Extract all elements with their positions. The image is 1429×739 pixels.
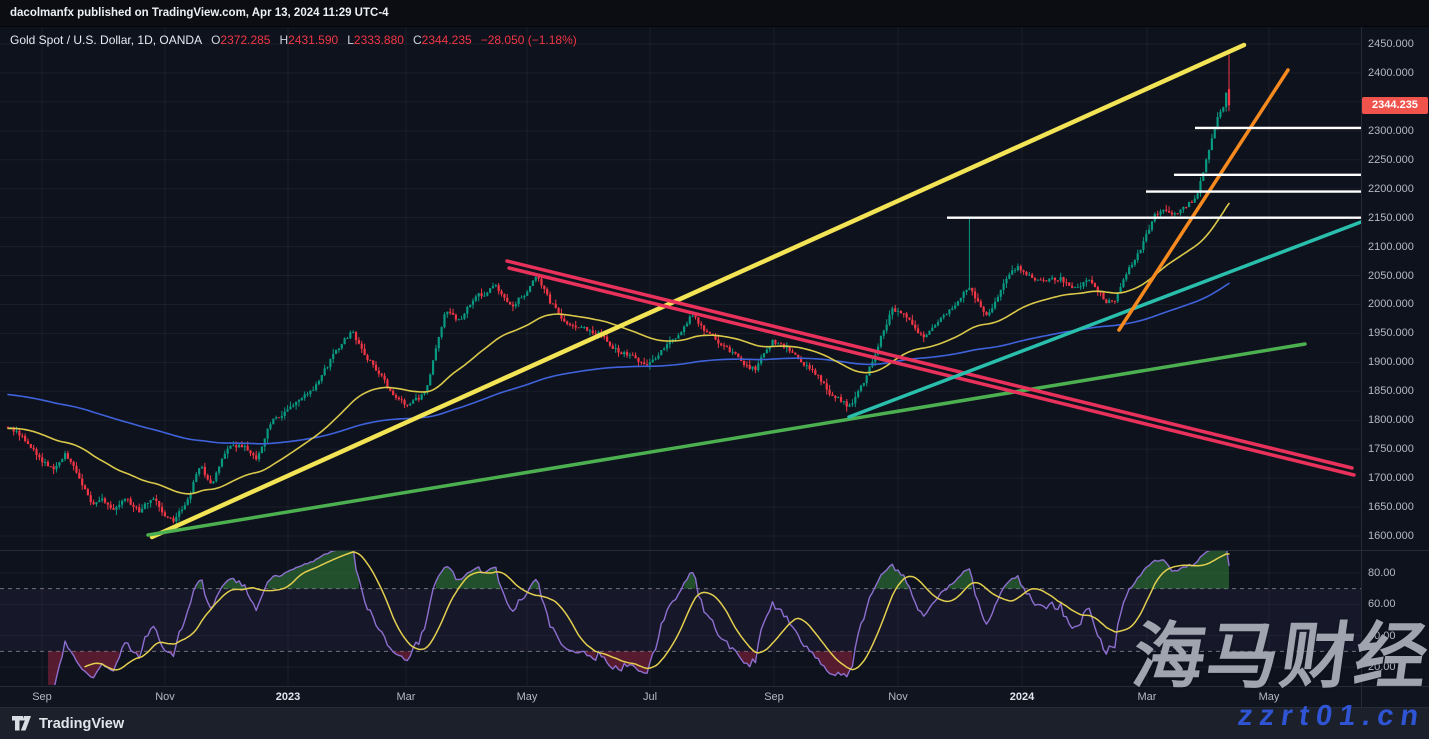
trendline-support-green[interactable] — [148, 344, 1305, 535]
rsi-tick-label: 80.00 — [1368, 566, 1396, 580]
time-tick-label: Sep — [764, 690, 784, 704]
symbol-title[interactable]: Gold Spot / U.S. Dollar, 1D, OANDA — [10, 33, 202, 47]
price-tick-label: 2100.000 — [1368, 240, 1414, 254]
time-tick-label: Mar — [397, 690, 416, 704]
tradingview-published-chart: dacolmanfx published on TradingView.com,… — [0, 0, 1429, 739]
price-tick-label: 2050.000 — [1368, 269, 1414, 283]
symbol-legend: Gold Spot / U.S. Dollar, 1D, OANDA O2372… — [10, 33, 577, 47]
time-tick-label: May — [517, 690, 538, 704]
price-tick-label: 1700.000 — [1368, 471, 1414, 485]
price-tick-label: 1750.000 — [1368, 442, 1414, 456]
footer-bar: TradingView — [0, 707, 1429, 739]
trendline-downtrend-crimson-lower[interactable] — [509, 268, 1354, 475]
trendline-uptrend-orange[interactable] — [1119, 70, 1288, 330]
trendline-uptrend-yellow[interactable] — [152, 45, 1244, 537]
time-tick-label: Jul — [643, 690, 657, 704]
change-value: −28.050 (−1.18%) — [481, 33, 577, 47]
tradingview-brand-text[interactable]: TradingView — [39, 716, 124, 732]
price-tick-label: 1600.000 — [1368, 529, 1414, 543]
watermark-chinese: 海马财经 — [1128, 620, 1429, 696]
price-tick-label: 2000.000 — [1368, 297, 1414, 311]
price-tick-label: 2400.000 — [1368, 66, 1414, 80]
price-tick-label: 1850.000 — [1368, 384, 1414, 398]
last-price-badge: 2344.235 — [1362, 97, 1428, 114]
watermark-url: zzrt01.cn — [1236, 701, 1428, 733]
time-tick-label: Nov — [888, 690, 908, 704]
ohlc-low: L2333.880 — [347, 33, 404, 47]
ohlc-close: C2344.235 — [413, 33, 472, 47]
trendline-downtrend-crimson-upper[interactable] — [507, 261, 1352, 468]
tradingview-logo-icon[interactable] — [12, 716, 32, 731]
price-tick-label: 2200.000 — [1368, 182, 1414, 196]
time-tick-label: 2023 — [276, 690, 300, 704]
price-tick-label: 2300.000 — [1368, 124, 1414, 138]
trendline-uptrend-teal[interactable] — [849, 222, 1361, 417]
ohlc-open: O2372.285 — [211, 33, 270, 47]
rsi-tick-label: 60.00 — [1368, 597, 1396, 611]
time-tick-label: Nov — [155, 690, 175, 704]
time-tick-label: 2024 — [1010, 690, 1034, 704]
time-tick-label: Sep — [32, 690, 52, 704]
price-tick-label: 1950.000 — [1368, 326, 1414, 340]
ohlc-high: H2431.590 — [279, 33, 338, 47]
drawings-layer[interactable] — [148, 45, 1361, 537]
price-tick-label: 1650.000 — [1368, 500, 1414, 514]
price-tick-label: 2250.000 — [1368, 153, 1414, 167]
price-tick-label: 1900.000 — [1368, 355, 1414, 369]
price-tick-label: 1800.000 — [1368, 413, 1414, 427]
price-tick-label: 2450.000 — [1368, 37, 1414, 51]
price-tick-label: 2150.000 — [1368, 211, 1414, 225]
candles-layer — [7, 55, 1230, 526]
